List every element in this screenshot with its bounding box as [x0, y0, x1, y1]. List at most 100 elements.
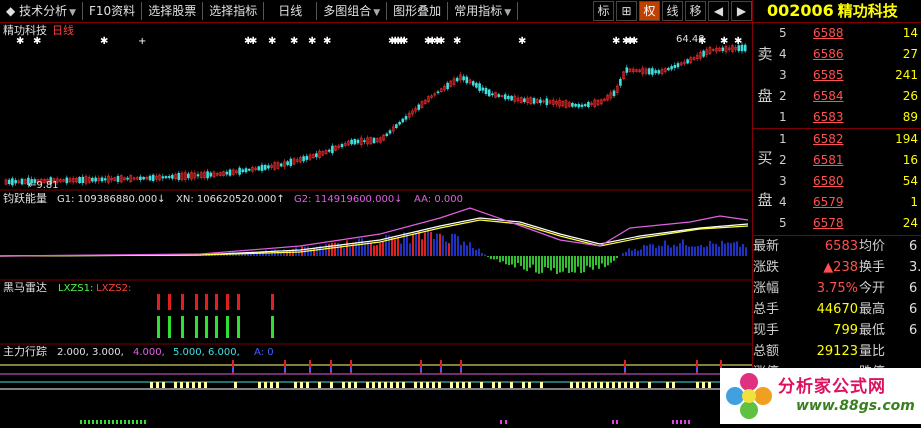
buy-volume: 194	[895, 132, 918, 146]
overlay-button[interactable]: 图形叠加	[387, 2, 449, 20]
tech-analysis-button[interactable]: ◆ 技术分析 ▼	[0, 2, 83, 20]
buy-level: 5	[779, 216, 787, 230]
sell-volume: 241	[895, 68, 918, 82]
energy-bar	[700, 244, 702, 256]
rights-button[interactable]: 权	[639, 1, 660, 21]
sell-row[interactable]: 4 6586 27	[777, 44, 921, 65]
mark-button[interactable]: 标	[593, 1, 614, 21]
trace-mark	[276, 382, 279, 388]
sell-row[interactable]: 2 6584 26	[777, 86, 921, 107]
signal-star-icon: ✱	[16, 36, 24, 47]
trace-blue-mark	[420, 368, 422, 372]
chart-area[interactable]: 精功科技 日线 ✱ ✱ ✱ + ✱✱ ✱ ✱ ✱ ✱ ✱✱✱✱✱ ✱✱✱✱ ✱ ✱ ✱ ✱✱✱ ✱ ✱ ✱ ←9.…	[0, 22, 752, 424]
trace-green-bar	[132, 420, 134, 424]
energy-bar	[586, 256, 588, 266]
trace-magenta-bar	[505, 420, 507, 424]
signal-stars: ✱ ✱ ✱ + ✱✱ ✱ ✱ ✱ ✱ ✱✱✱✱✱ ✱✱✱✱ ✱ ✱ ✱ ✱✱✱ ✱ ✱ ✱	[16, 36, 742, 47]
energy-bar	[676, 246, 678, 256]
radar-bar-red	[157, 294, 160, 310]
f10-button[interactable]: F10资料	[83, 2, 143, 20]
ind2-s1: LXZS1:	[58, 283, 93, 294]
buy-row[interactable]: 1 6582 194	[777, 129, 921, 150]
energy-bar	[517, 256, 519, 263]
energy-bar	[508, 256, 510, 266]
energy-bar	[448, 243, 450, 256]
period-daily-button[interactable]: 日线	[264, 2, 318, 20]
buy-row[interactable]: 5 6578 24	[777, 213, 921, 234]
trace-magenta-bar	[500, 420, 502, 424]
candlesticks	[4, 42, 747, 188]
energy-bar	[724, 243, 726, 256]
energy-bar	[397, 237, 399, 256]
trace-mark	[372, 382, 375, 388]
energy-bar	[580, 256, 582, 274]
bullet-icon: ◆	[6, 4, 16, 18]
select-stock-button[interactable]: 选择股票	[142, 2, 204, 20]
buy-volume: 54	[902, 174, 918, 188]
common-indicator-button[interactable]: 常用指标 ▼	[448, 2, 519, 20]
sell-row[interactable]: 3 6585 241	[777, 65, 921, 86]
stat-label-2: 均价	[859, 239, 886, 254]
grid-button[interactable]: ⊞	[616, 1, 637, 21]
energy-bar	[433, 238, 435, 256]
sell-row[interactable]: 1 6583 89	[777, 107, 921, 128]
energy-bar	[658, 245, 660, 256]
energy-bar	[736, 241, 738, 256]
trace-green-bar	[120, 420, 122, 424]
buy-row[interactable]: 4 6579 1	[777, 192, 921, 213]
trace-mark	[468, 382, 471, 388]
trace-magenta-bar	[684, 420, 686, 424]
energy-bar	[643, 244, 645, 256]
energy-bar	[544, 256, 546, 267]
energy-bar	[670, 247, 672, 256]
buy-level: 1	[779, 132, 787, 146]
energy-bar	[499, 256, 501, 263]
line-button[interactable]: 线	[662, 1, 683, 21]
energy-bar	[376, 245, 378, 256]
multi-chart-button[interactable]: 多图组合 ▼	[317, 2, 388, 20]
energy-bar	[718, 246, 720, 256]
signal-star-icon: ✱	[453, 36, 461, 47]
energy-bar	[742, 243, 744, 256]
signal-star-icon: ✱	[249, 36, 257, 47]
stat-row: 现手 799 最低 6	[753, 320, 921, 341]
energy-bar	[679, 243, 681, 256]
buy-price: 6582	[813, 132, 844, 146]
trace-blue-mark	[309, 368, 311, 372]
trace-mark	[594, 382, 597, 388]
trace-green-bar	[80, 420, 82, 424]
scroll-left-icon[interactable]: ◀	[708, 1, 729, 21]
stat-label-2: 最低	[859, 323, 886, 338]
trace-mark	[264, 382, 267, 388]
energy-bar	[400, 243, 402, 256]
select-indicator-button[interactable]: 选择指标	[203, 2, 265, 20]
energy-bar	[331, 242, 333, 256]
energy-bar	[496, 256, 498, 260]
trace-green-bar	[124, 420, 126, 424]
trace-mark	[432, 382, 435, 388]
energy-bar	[529, 256, 531, 268]
trace-green-bar	[136, 420, 138, 424]
move-button[interactable]: 移	[685, 1, 706, 21]
ind1-aa: AA: 0.000	[414, 194, 463, 205]
buy-row[interactable]: 3 6580 54	[777, 171, 921, 192]
sell-volume: 14	[902, 26, 918, 40]
trace-mark	[354, 382, 357, 388]
stat-value-2: 6	[909, 239, 918, 254]
energy-bar	[382, 241, 384, 256]
radar-bar-green	[181, 316, 184, 338]
buy-row[interactable]: 2 6581 16	[777, 150, 921, 171]
stat-value-2: 3.	[909, 260, 921, 275]
scroll-right-icon[interactable]: ▶	[731, 1, 752, 21]
energy-bar	[655, 247, 657, 256]
trace-mark	[420, 382, 423, 388]
energy-bar	[610, 256, 612, 263]
buy-price: 6578	[813, 216, 844, 230]
stat-label: 总额	[753, 344, 780, 359]
trace-mark	[204, 382, 207, 388]
energy-bar	[472, 247, 474, 256]
radar-bar-red	[226, 294, 229, 310]
energy-bar	[484, 254, 486, 256]
energy-bar	[346, 240, 348, 256]
sell-row[interactable]: 5 6588 14	[777, 23, 921, 44]
